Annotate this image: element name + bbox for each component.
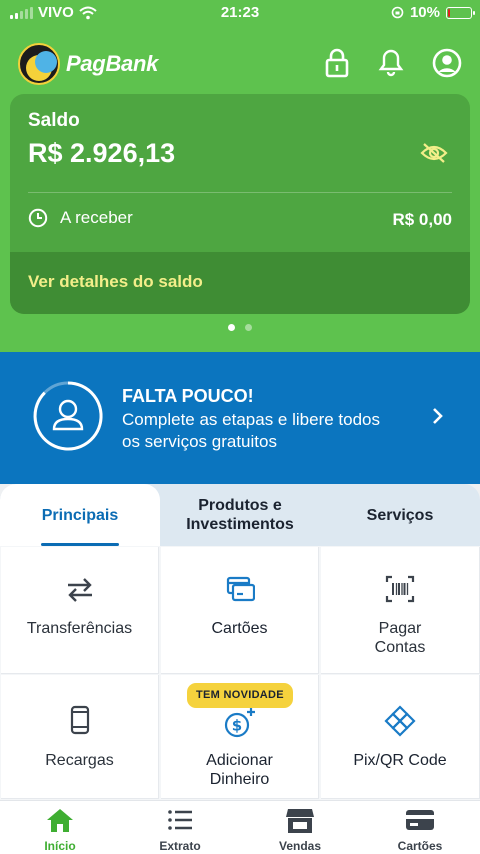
profile-icon[interactable] xyxy=(432,48,462,78)
balance-label: Saldo xyxy=(28,110,80,131)
barcode-icon xyxy=(385,575,415,603)
battery-icon xyxy=(446,6,475,19)
pagbank-logo-icon xyxy=(18,43,60,85)
status-bar: VIVO 21:23 10% xyxy=(0,0,480,26)
store-icon xyxy=(286,809,314,833)
nav-inicio[interactable]: Início xyxy=(0,801,120,854)
tab-label: Principais xyxy=(41,506,119,524)
service-label: Cartões xyxy=(211,620,268,637)
tab-servicos[interactable]: Serviços xyxy=(320,484,480,546)
clock-icon xyxy=(28,208,48,228)
bottom-navigation: Início Extrato Vendas Cartões xyxy=(0,800,480,854)
carousel-dot[interactable] xyxy=(245,324,252,331)
header-actions xyxy=(324,48,462,78)
tab-label: Produtos e Investimentos xyxy=(186,497,294,533)
cards-icon xyxy=(226,576,255,602)
balance-divider xyxy=(28,192,452,193)
nav-cartoes[interactable]: Cartões xyxy=(360,801,480,854)
balance-amount: R$ 2.926,13 xyxy=(28,138,176,168)
service-pix-qrcode[interactable]: Pix/QR Code xyxy=(321,675,480,799)
orientation-lock-icon xyxy=(391,6,404,19)
banner-title: FALTA POUCO! xyxy=(122,386,254,406)
nav-extrato[interactable]: Extrato xyxy=(120,801,240,854)
banner-description: Complete as etapas e libere todos os ser… xyxy=(122,410,380,451)
services-panel: Principais Produtos e Investimentos Serv… xyxy=(0,484,480,800)
svg-text:$: $ xyxy=(231,717,241,735)
brand: PagBank xyxy=(18,43,158,85)
brand-name: PagBank xyxy=(66,51,159,76)
balance-details-link[interactable]: Ver detalhes do saldo xyxy=(10,252,470,314)
header: PagBank Saldo R$ 2.926,13 A receber R$ 0… xyxy=(0,26,480,352)
home-icon xyxy=(47,809,73,832)
active-tab-indicator xyxy=(41,543,119,546)
receivable-value: R$ 0,00 xyxy=(392,210,452,229)
service-adicionar-dinheiro[interactable]: TEM NOVIDADE $ Adicionar Dinheiro xyxy=(161,675,319,799)
carousel-dot[interactable] xyxy=(228,324,235,331)
nav-label: Extrato xyxy=(159,839,201,853)
nav-label: Vendas xyxy=(278,839,322,853)
service-label: Adicionar Dinheiro xyxy=(206,752,273,788)
bell-icon[interactable] xyxy=(378,48,404,78)
onboarding-banner[interactable]: FALTA POUCO! Complete as etapas e libere… xyxy=(0,352,480,484)
tab-principais[interactable]: Principais xyxy=(0,484,160,546)
carousel-dots xyxy=(0,324,480,331)
battery-level xyxy=(448,8,451,17)
battery-percent: 10% xyxy=(409,4,440,21)
list-icon xyxy=(168,810,192,830)
nav-vendas[interactable]: Vendas xyxy=(240,801,360,854)
service-label: Transferências xyxy=(26,620,133,637)
receivable-row: A receber xyxy=(28,208,133,228)
pix-icon xyxy=(384,705,416,737)
card-icon xyxy=(406,810,434,830)
receivable-label: A receber xyxy=(60,208,133,227)
lock-icon[interactable] xyxy=(324,48,350,78)
service-label: Pagar Contas xyxy=(374,620,426,656)
hide-balance-icon[interactable] xyxy=(420,142,448,164)
chevron-right-icon[interactable] xyxy=(432,407,444,425)
phone-icon xyxy=(70,705,89,735)
balance-card: Saldo R$ 2.926,13 A receber R$ 0,00 Ver … xyxy=(10,94,470,314)
nav-label: Cartões xyxy=(397,839,443,853)
progress-user-icon xyxy=(33,381,103,451)
service-transferencias[interactable]: Transferências xyxy=(1,547,159,674)
tab-bar: Principais Produtos e Investimentos Serv… xyxy=(0,484,480,546)
status-right: 10% xyxy=(391,4,475,21)
tab-label: Serviços xyxy=(366,506,434,524)
service-label: Recargas xyxy=(45,752,114,769)
new-feature-badge: TEM NOVIDADE xyxy=(187,683,293,708)
add-money-icon: $ xyxy=(224,708,255,738)
service-pagar-contas[interactable]: Pagar Contas xyxy=(321,547,480,674)
nav-label: Início xyxy=(44,839,76,853)
service-recargas[interactable]: Recargas xyxy=(1,675,159,799)
transfer-arrows-icon xyxy=(67,578,92,602)
service-cartoes[interactable]: Cartões xyxy=(161,547,319,674)
service-label: Pix/QR Code xyxy=(353,752,447,769)
tab-produtos-investimentos[interactable]: Produtos e Investimentos xyxy=(160,484,320,546)
